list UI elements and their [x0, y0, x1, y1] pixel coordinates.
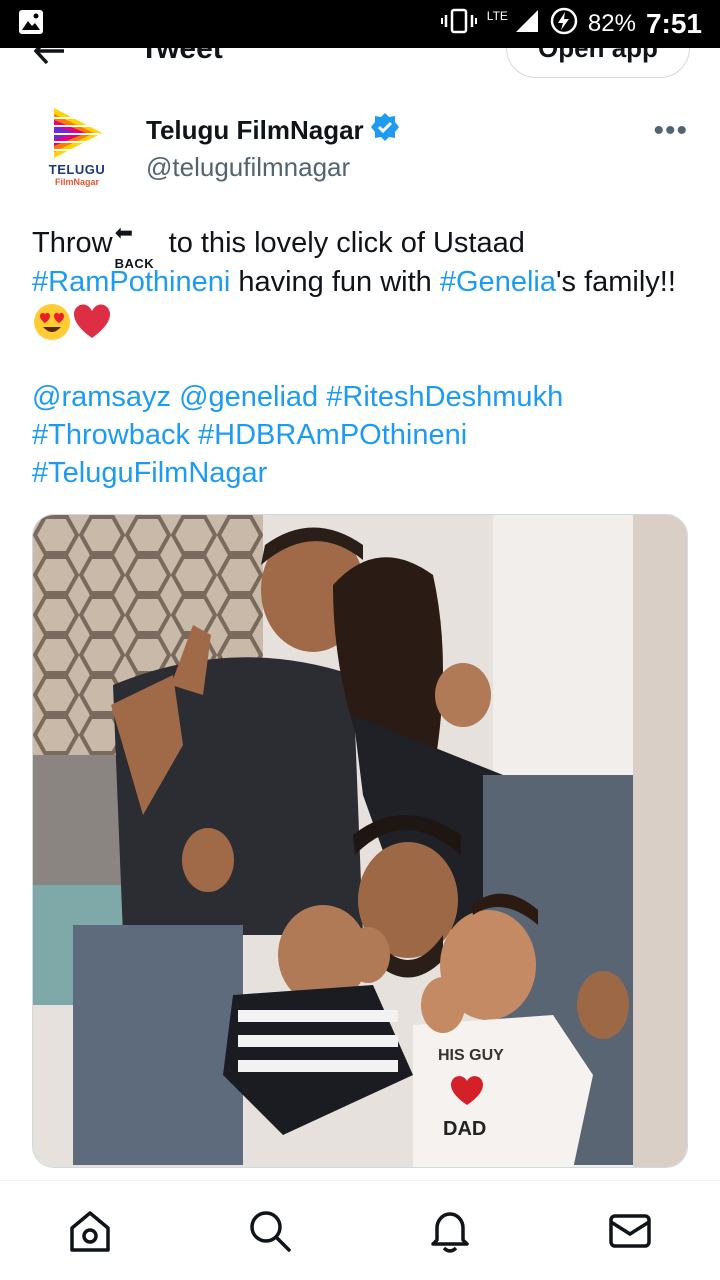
nav-notifications-button[interactable] [410, 1191, 490, 1271]
hashtag-link[interactable]: #RiteshDeshmukh [326, 381, 563, 413]
more-options-icon[interactable]: ••• [653, 114, 688, 148]
tweet-text-part1: to this lovely click of Ustaad [160, 227, 525, 259]
avatar-logo-subtext: FilmNagar [54, 177, 99, 187]
nav-search-button[interactable] [230, 1191, 310, 1271]
network-type: LTE [486, 9, 508, 23]
hashtag-link[interactable]: #HDBRAmPOthineni [198, 419, 467, 451]
avatar-logo-text: TELUGU [48, 162, 106, 177]
heart-eyes-emoji-icon [32, 302, 72, 353]
tweet-author: TELUGU FilmNagar Telugu FilmNagar @telug… [30, 100, 690, 200]
back-arrow-badge-icon: ⬅ BACK [113, 222, 161, 272]
tweet-text: Throw ⬅ BACK to this lovely click of Ustaa… [32, 222, 692, 353]
shirt-text-top: HIS GUY [438, 1047, 504, 1064]
mail-icon [609, 1213, 651, 1248]
avatar[interactable]: TELUGU FilmNagar [30, 100, 124, 194]
tweet-tags: @ramsayz @geneliad #RiteshDeshmukh #Thro… [32, 378, 692, 492]
verified-badge-icon [370, 112, 400, 149]
bottom-nav [0, 1180, 720, 1280]
mention-link[interactable]: @geneliad [179, 381, 318, 413]
status-bar: LTE 82% 7:51 [0, 0, 720, 48]
tweet-text-part3: 's family!! [555, 266, 676, 298]
home-icon [70, 1210, 110, 1252]
gallery-notification-icon [18, 9, 44, 40]
screen: LTE 82% 7:51 Tweet Open ap [0, 0, 720, 1280]
hashtag-link[interactable]: #Genelia [440, 266, 556, 298]
tweet-text-part2: having fun with [230, 266, 440, 298]
author-name: Telugu FilmNagar [146, 115, 364, 145]
hashtag-link[interactable]: #TeluguFilmNagar [32, 457, 267, 489]
signal-icon [514, 8, 540, 41]
mention-link[interactable]: @ramsayz [32, 381, 171, 413]
battery-charging-icon [550, 7, 578, 42]
author-handle[interactable]: @telugufilmnagar [146, 152, 350, 183]
back-badge-label: BACK [114, 256, 155, 271]
author-name-row[interactable]: Telugu FilmNagar [146, 112, 400, 149]
group-photo-image: HIS GUY DAD [33, 515, 687, 1167]
tweet-text-throw: Throw [32, 227, 113, 259]
red-heart-emoji-icon [72, 302, 112, 353]
battery-percent: 82% [587, 10, 636, 37]
vibrate-icon [440, 8, 477, 41]
tweet-photo[interactable]: HIS GUY DAD [32, 514, 688, 1168]
hashtag-link[interactable]: #Throwback [32, 419, 190, 451]
shirt-text-dad: DAD [443, 1118, 486, 1140]
search-icon [250, 1210, 291, 1252]
nav-messages-button[interactable] [590, 1191, 670, 1271]
bell-icon [431, 1211, 469, 1253]
clock: 7:51 [645, 8, 702, 39]
nav-home-button[interactable] [50, 1191, 130, 1271]
